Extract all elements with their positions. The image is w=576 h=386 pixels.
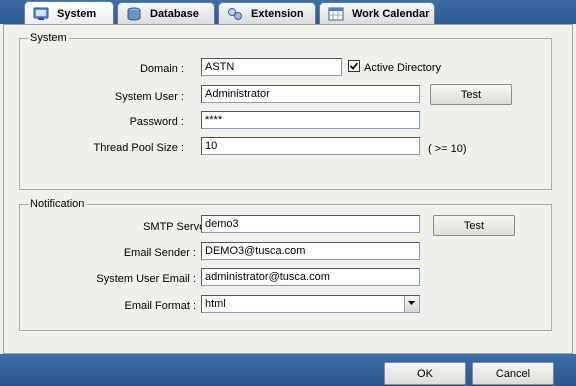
calendar-icon	[328, 7, 344, 21]
notification-group: Notification SMTP Server : demo3 Test Em…	[19, 198, 552, 331]
system-user-label: System User :	[114, 91, 184, 103]
tab-bar: System Database Extension Work Calendar	[0, 0, 576, 25]
tab-label: Work Calendar	[352, 7, 430, 20]
tab-work-calendar[interactable]: Work Calendar	[319, 2, 435, 24]
chevron-down-icon[interactable]	[404, 296, 419, 312]
system-user-email-label: System User Email :	[96, 273, 196, 285]
tab-label: Extension	[251, 7, 304, 20]
system-icon	[33, 7, 49, 21]
email-sender-field[interactable]: DEMO3@tusca.com	[201, 242, 420, 260]
smtp-server-field[interactable]: demo3	[201, 215, 420, 233]
system-user-field[interactable]: Administrator	[201, 85, 420, 103]
tab-label: Database	[150, 7, 199, 20]
password-field[interactable]: ****	[201, 111, 420, 129]
notification-test-button[interactable]: Test	[433, 215, 515, 236]
thread-pool-size-field[interactable]: 10	[201, 137, 420, 155]
tab-database[interactable]: Database	[117, 2, 215, 24]
system-tab-panel: System Domain : ASTN Active Directory Sy…	[3, 24, 573, 354]
thread-pool-size-hint: ( >= 10)	[428, 143, 467, 155]
tab-extension[interactable]: Extension	[218, 2, 316, 24]
email-sender-label: Email Sender :	[123, 247, 196, 259]
system-legend: System	[28, 32, 69, 44]
system-test-button[interactable]: Test	[430, 84, 512, 105]
smtp-server-label: SMTP Server :	[143, 221, 215, 233]
cancel-button[interactable]: Cancel	[472, 362, 554, 385]
notification-legend: Notification	[28, 198, 87, 210]
extension-icon	[227, 7, 243, 21]
system-user-email-field[interactable]: administrator@tusca.com	[201, 268, 420, 286]
dialog-footer: OK Cancel	[0, 354, 576, 386]
database-icon	[126, 7, 142, 21]
active-directory-checkbox[interactable]	[348, 60, 360, 72]
active-directory-label: Active Directory	[364, 62, 442, 74]
domain-field[interactable]: ASTN	[201, 58, 342, 76]
tab-label: System	[57, 7, 97, 20]
thread-pool-size-label: Thread Pool Size :	[93, 142, 185, 154]
email-format-value: html	[205, 298, 226, 310]
checkmark-icon	[349, 62, 359, 70]
ok-button[interactable]: OK	[384, 362, 466, 385]
email-format-select[interactable]: html	[201, 295, 420, 313]
system-group: System Domain : ASTN Active Directory Sy…	[19, 32, 552, 190]
password-label: Password :	[129, 116, 184, 128]
tab-system[interactable]: System	[24, 1, 114, 25]
domain-label: Domain :	[139, 63, 184, 75]
email-format-label: Email Format :	[124, 300, 196, 312]
